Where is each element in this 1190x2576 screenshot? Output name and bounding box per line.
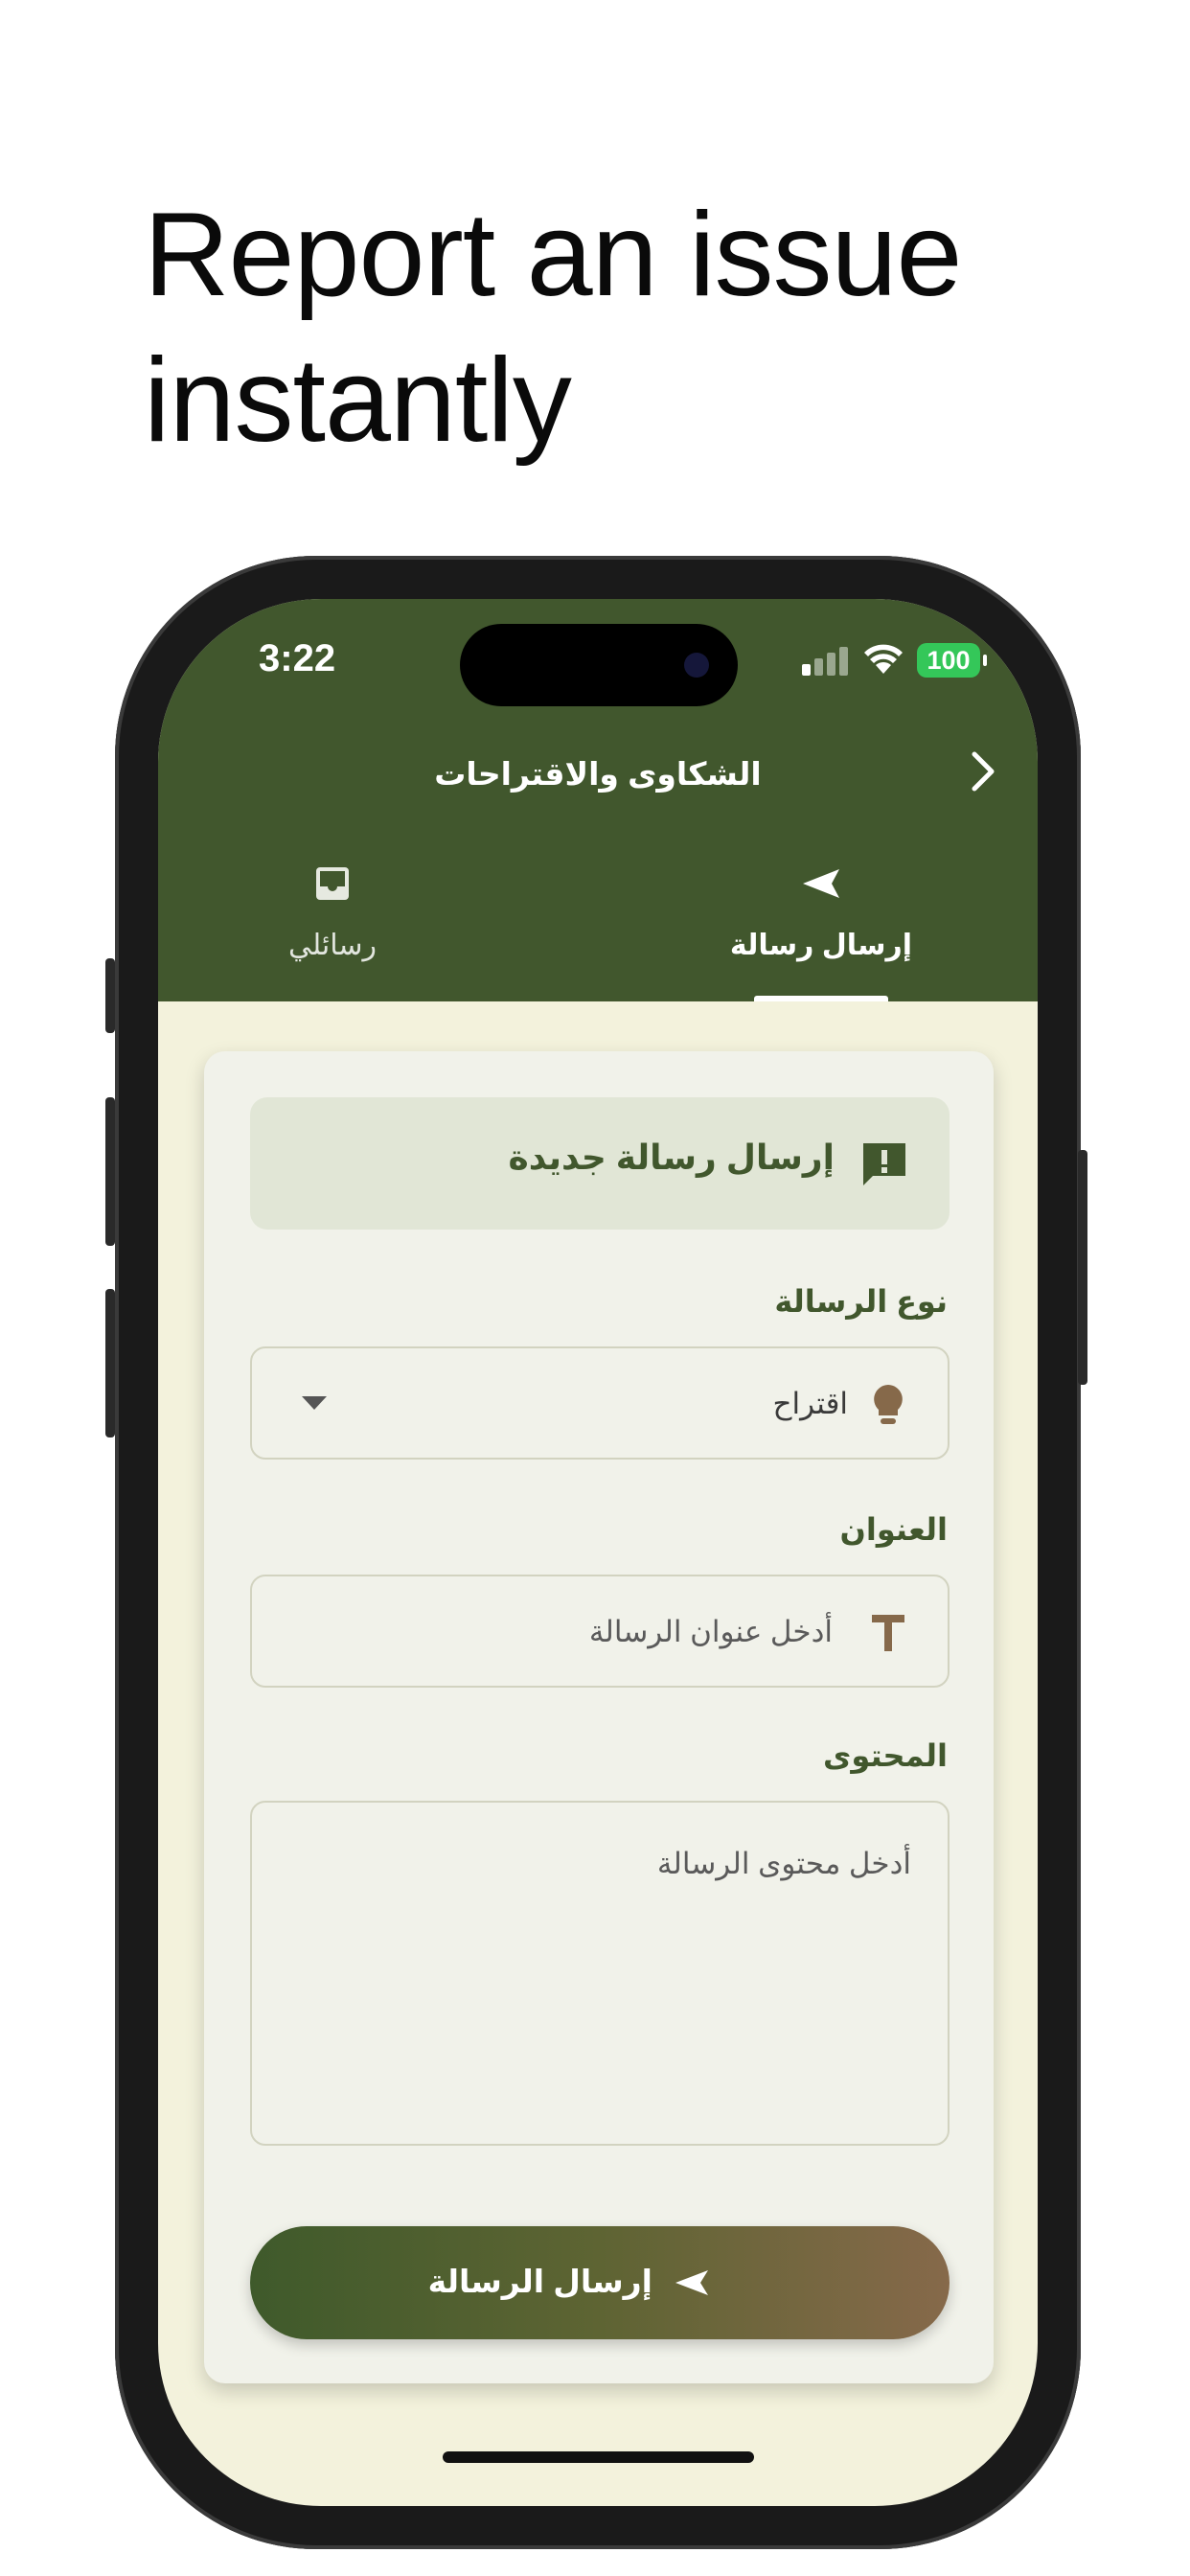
tab-selected-indicator	[754, 996, 888, 1001]
send-icon	[675, 2270, 708, 2295]
tab-label: إرسال رسالة	[729, 930, 913, 961]
title-input[interactable]: أدخل عنوان الرسالة	[250, 1575, 950, 1688]
feedback-icon	[863, 1143, 905, 1185]
content-textarea[interactable]: أدخل محتوى الرسالة	[250, 1801, 950, 2146]
message-type-value: اقتراح	[772, 1387, 848, 1420]
app-header: 3:22 100 الشكاوى والاقتراحات إرسال رسالة	[158, 599, 1038, 1001]
chevron-right-icon[interactable]	[953, 743, 1011, 800]
lightbulb-icon	[874, 1385, 903, 1424]
marketing-headline: Report an issue instantly	[144, 189, 962, 467]
cellular-signal-icon	[802, 647, 850, 676]
form-header-title: إرسال رسالة جديدة	[508, 1138, 835, 1177]
text-icon	[872, 1615, 904, 1651]
phone-volume-up	[105, 1097, 115, 1246]
status-time: 3:22	[259, 637, 336, 679]
page-title: الشكاوى والاقتراحات	[434, 756, 762, 792]
content-label: المحتوى	[823, 1738, 948, 1773]
content-placeholder: أدخل محتوى الرسالة	[656, 1847, 911, 1880]
battery-indicator: 100	[917, 643, 987, 678]
title-label: العنوان	[839, 1512, 948, 1547]
wifi-icon	[864, 644, 903, 674]
app-screen: 3:22 100 الشكاوى والاقتراحات إرسال رسالة	[158, 599, 1038, 2506]
phone-volume-down	[105, 1289, 115, 1438]
send-icon	[803, 869, 839, 898]
message-type-select[interactable]: اقتراح	[250, 1346, 950, 1460]
submit-label: إرسال الرسالة	[427, 2264, 652, 2299]
message-form-card: إرسال رسالة جديدة نوع الرسالة اقتراح الع…	[204, 1051, 994, 2383]
chevron-down-icon	[302, 1396, 327, 1410]
type-label: نوع الرسالة	[774, 1284, 948, 1319]
home-indicator	[443, 2451, 754, 2463]
phone-power-button	[1078, 1150, 1087, 1385]
submit-button[interactable]: إرسال الرسالة	[250, 2226, 950, 2339]
dynamic-island	[460, 624, 738, 706]
tab-label: رسائلي	[287, 930, 378, 961]
title-placeholder: أدخل عنوان الرسالة	[588, 1615, 833, 1648]
inbox-icon	[316, 867, 349, 900]
form-header: إرسال رسالة جديدة	[250, 1097, 950, 1230]
phone-action-button	[105, 958, 115, 1033]
